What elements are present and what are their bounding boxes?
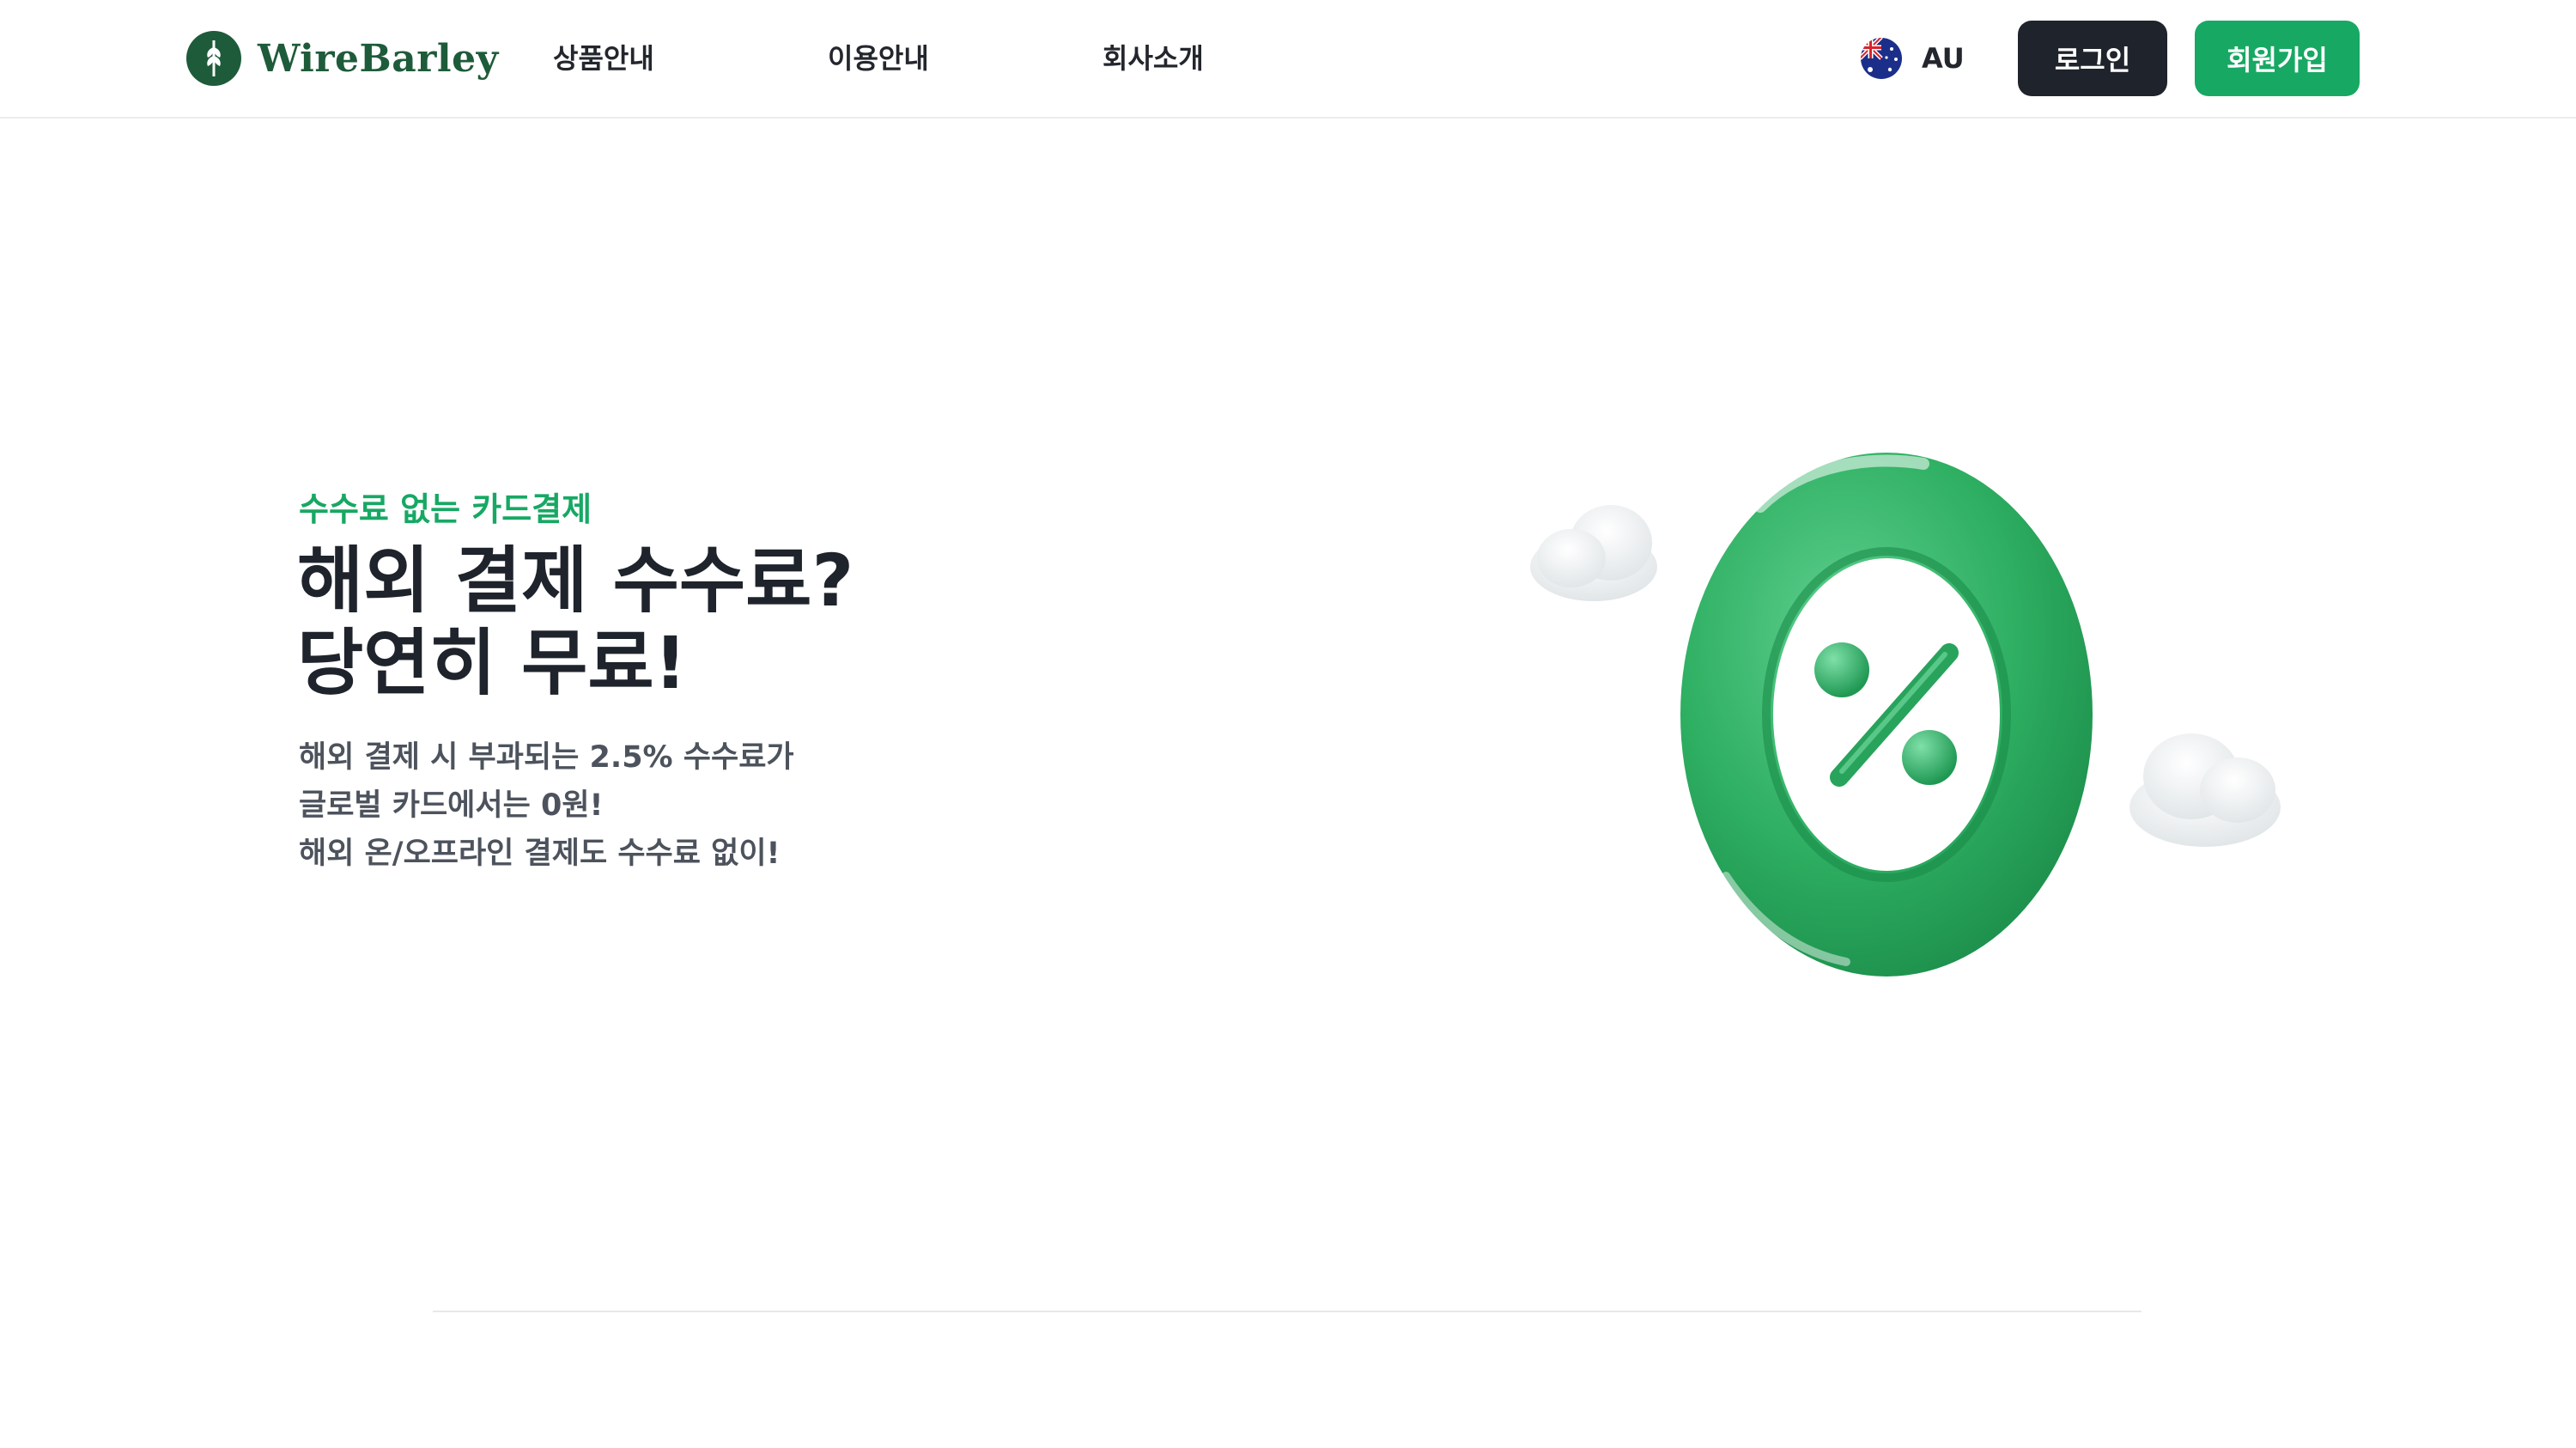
- wirebarley-logo[interactable]: WireBarley: [185, 29, 499, 88]
- country-code: AU: [1922, 42, 1965, 75]
- zero-percent-3d-illustration: [1530, 453, 2281, 976]
- hero-description: 해외 결제 시 부과되는 2.5% 수수료가 글로벌 카드에서는 0원! 해외 …: [299, 733, 794, 878]
- australia-flag-icon: [1861, 38, 1902, 79]
- hero-title: 해외 결제 수수료? 당연히 무료!: [297, 539, 854, 704]
- signup-button[interactable]: 회원가입: [2195, 21, 2360, 96]
- hero-desc-line-1: 해외 결제 시 부과되는 2.5% 수수료가: [299, 740, 794, 775]
- country-selector[interactable]: AU: [1860, 34, 1965, 82]
- nav-company-info[interactable]: 회사소개: [1103, 36, 1204, 81]
- hero-title-line-2: 당연히 무료!: [297, 621, 687, 705]
- login-button[interactable]: 로그인: [2018, 21, 2167, 96]
- cloud-right-icon: [2129, 733, 2281, 847]
- logo-wordmark: WireBarley: [258, 36, 499, 81]
- cloud-left-icon: [1530, 505, 1657, 601]
- hero-title-line-1: 해외 결제 수수료?: [297, 538, 854, 623]
- nav-products[interactable]: 상품안내: [553, 36, 654, 81]
- nav-usage-guide[interactable]: 이용안내: [828, 36, 929, 81]
- hero-desc-line-3: 해외 온/오프라인 결제도 수수료 없이!: [299, 837, 781, 871]
- wheat-leaf-logo-icon: [186, 31, 241, 86]
- section-divider: [433, 1311, 2142, 1312]
- hero-eyebrow: 수수료 없는 카드결제: [299, 490, 592, 528]
- top-navigation-bar: WireBarley 상품안내 이용안내 회사소개 AU 로그인 회원가입: [0, 0, 2576, 119]
- hero-desc-line-2: 글로벌 카드에서는 0원!: [299, 788, 604, 823]
